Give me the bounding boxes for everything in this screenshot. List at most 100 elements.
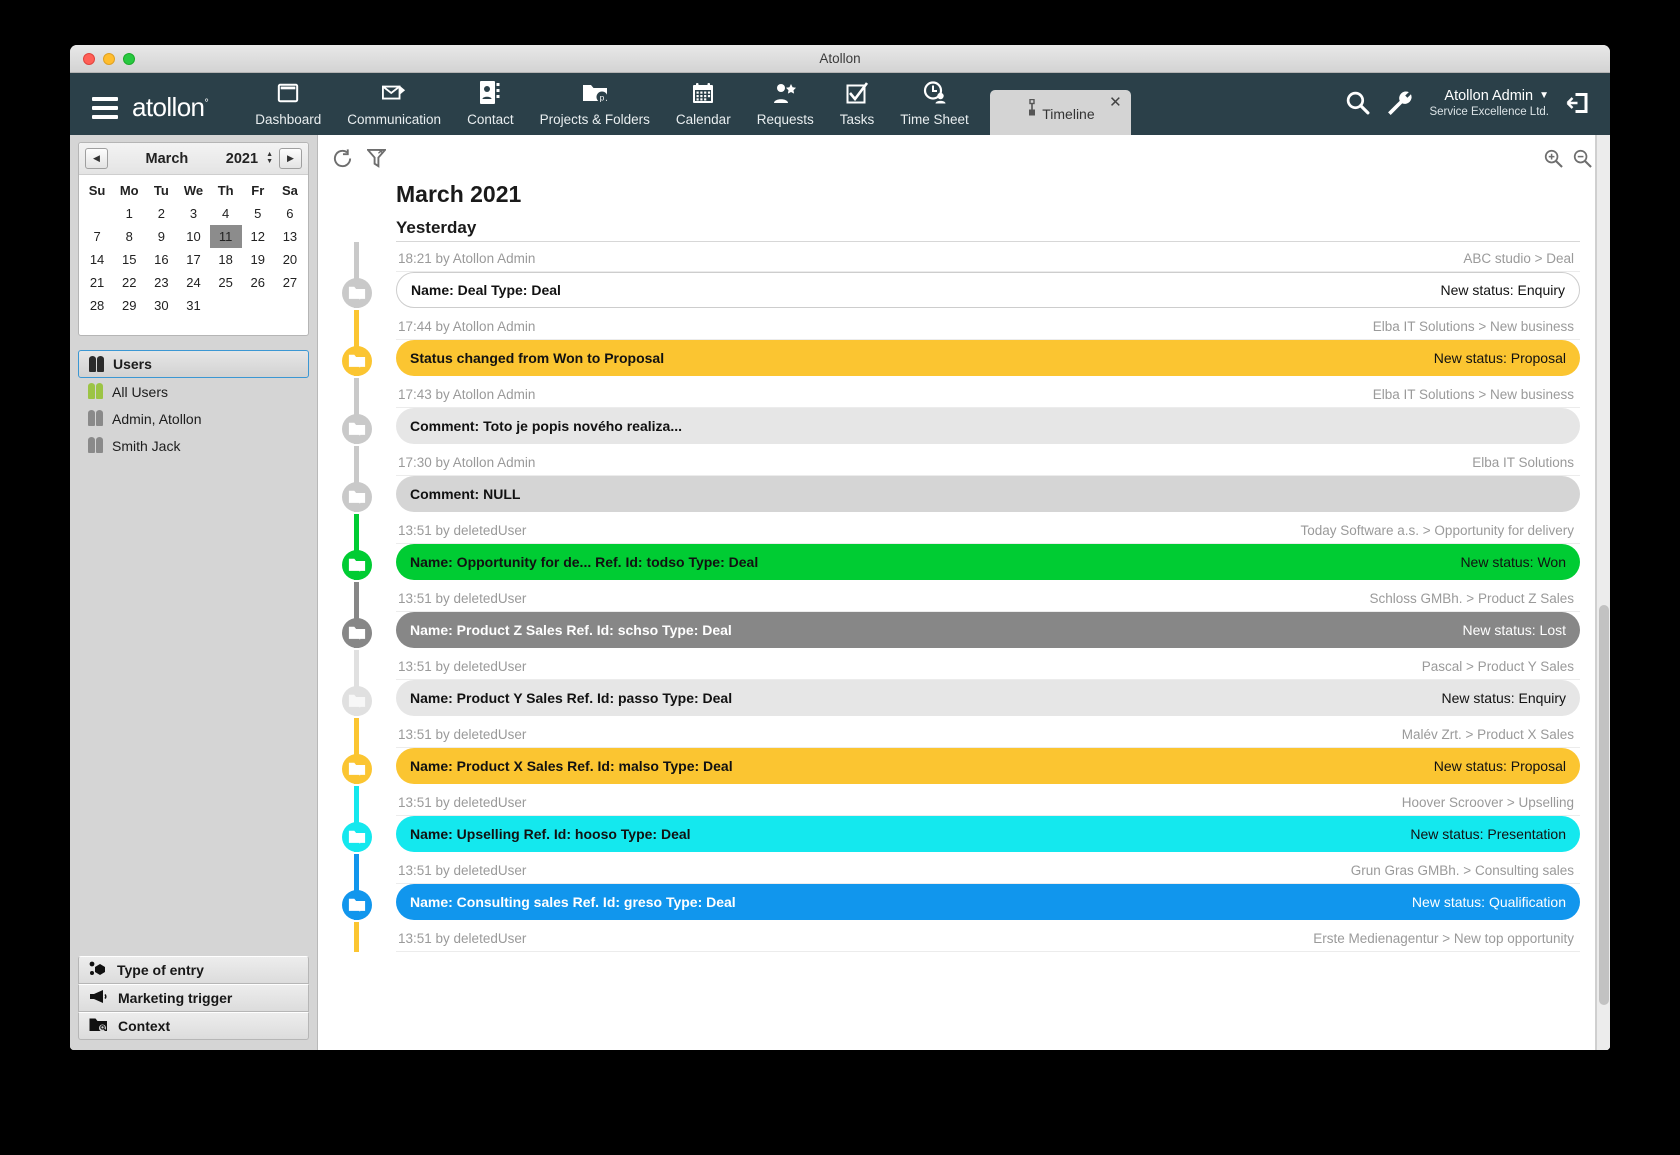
timeline-entry[interactable]: 17:30 by Atollon Admin Elba IT Solutions C… xyxy=(318,446,1580,512)
calendar-day[interactable]: 30 xyxy=(145,294,177,317)
timeline-node-folder-p-icon[interactable]: p xyxy=(342,686,372,716)
timeline-entry[interactable]: 13:51 by deletedUser Today Software a.s. … xyxy=(318,514,1580,580)
nav-item-contact[interactable]: Contact xyxy=(454,80,527,136)
user-menu[interactable]: Atollon Admin ▼ Service Excellence Ltd. xyxy=(1429,87,1549,120)
calendar-day[interactable]: 17 xyxy=(177,248,209,271)
chevron-down-icon[interactable]: ▼ xyxy=(1539,90,1549,103)
calendar-day[interactable]: 5 xyxy=(242,202,274,225)
zoom-in-icon[interactable] xyxy=(1544,149,1563,168)
calendar-day[interactable]: 26 xyxy=(242,271,274,294)
timeline-entry-bar[interactable]: Name: Deal Type: Deal New status: Enquiry xyxy=(396,272,1580,308)
calendar-day[interactable]: 18 xyxy=(210,248,242,271)
timeline-entry[interactable]: 17:43 by Atollon Admin Elba IT Solutions … xyxy=(318,378,1580,444)
calendar-day[interactable]: 14 xyxy=(81,248,113,271)
nav-item-calendar[interactable]: Calendar xyxy=(663,80,744,136)
sidebar-item-all-users[interactable]: All Users xyxy=(70,378,317,405)
nav-item-time-sheet[interactable]: Time Sheet xyxy=(887,80,982,136)
hamburger-menu-icon[interactable] xyxy=(92,97,118,119)
window-scrollbar-thumb[interactable] xyxy=(1599,605,1609,1005)
timeline-node-folder-p-icon[interactable]: p xyxy=(342,822,372,852)
calendar-day[interactable]: 13 xyxy=(274,225,306,248)
calendar-next-button[interactable]: ▶ xyxy=(279,148,302,169)
timeline-entry-bar[interactable]: Name: Product X Sales Ref. Id: malso Typ… xyxy=(396,748,1580,784)
calendar-day-selected[interactable]: 11 xyxy=(209,225,242,248)
calendar-day[interactable]: 21 xyxy=(81,271,113,294)
timeline-node-folder-p-icon[interactable]: p xyxy=(342,550,372,580)
timeline-entry-bar[interactable]: Status changed from Won to Proposal New s… xyxy=(396,340,1580,376)
timeline-entry-bar[interactable]: Comment: NULL xyxy=(396,476,1580,512)
calendar-prev-button[interactable]: ◀ xyxy=(85,148,108,169)
timeline-node-folder-p-icon[interactable]: p xyxy=(342,414,372,444)
nav-item-dashboard[interactable]: Dashboard xyxy=(242,80,334,136)
timeline-entry[interactable]: 13:51 by deletedUser Schloss GMBh. > Prod… xyxy=(318,582,1580,648)
timeline-entry-bar[interactable]: Name: Opportunity for de... Ref. Id: tod… xyxy=(396,544,1580,580)
refresh-icon[interactable] xyxy=(332,148,353,169)
sidebar-button-marketing-trigger[interactable]: Marketing trigger xyxy=(78,984,309,1012)
sidebar-button-type-of-entry[interactable]: Type of entry xyxy=(78,956,309,984)
nav-label: Dashboard xyxy=(255,111,322,127)
timeline-node-folder-p-icon[interactable]: p xyxy=(342,346,372,376)
brand-logo[interactable]: atollon° xyxy=(132,92,209,123)
timeline-entry[interactable]: 13:51 by deletedUser Hoover Scroover > Up… xyxy=(318,786,1580,852)
timeline-entry-bar[interactable]: Name: Upselling Ref. Id: hooso Type: Dea… xyxy=(396,816,1580,852)
timeline-entry[interactable]: 17:44 by Atollon Admin Elba IT Solutions … xyxy=(318,310,1580,376)
nav-item-requests[interactable]: Requests xyxy=(744,80,827,136)
calendar-day[interactable]: 24 xyxy=(177,271,209,294)
calendar-day[interactable]: 16 xyxy=(145,248,177,271)
timeline-entry[interactable]: 18:21 by Atollon Admin ABC studio > Deal N… xyxy=(318,242,1580,308)
sidebar-button-context[interactable]: Context xyxy=(78,1012,309,1040)
timeline-node-folder-p-icon[interactable]: p xyxy=(342,754,372,784)
window-vertical-scrollbar[interactable] xyxy=(1596,135,1610,1050)
calendar-day[interactable]: 7 xyxy=(81,225,113,248)
calendar-day[interactable]: 25 xyxy=(210,271,242,294)
close-icon[interactable]: ✕ xyxy=(1109,95,1122,110)
calendar-day[interactable]: 3 xyxy=(177,202,209,225)
calendar-day[interactable]: 4 xyxy=(210,202,242,225)
nav-item-projects-folders[interactable]: p Projects & Folders xyxy=(527,80,663,136)
calendar-day[interactable]: 2 xyxy=(145,202,177,225)
timeline-node-folder-p-icon[interactable]: p xyxy=(342,890,372,920)
timeline-node-folder-p-icon[interactable]: p xyxy=(342,482,372,512)
timeline-entry-bar[interactable]: Name: Product Y Sales Ref. Id: passo Typ… xyxy=(396,680,1580,716)
timeline-entry-bar[interactable]: Name: Consulting sales Ref. Id: greso Ty… xyxy=(396,884,1580,920)
filter-icon[interactable] xyxy=(367,148,386,169)
timeline-entry[interactable]: 13:51 by deletedUser Malév Zrt. > Product… xyxy=(318,718,1580,784)
tab-timeline[interactable]: ✕ Timeline xyxy=(989,90,1131,135)
timeline-entries: 18:21 by Atollon Admin ABC studio > Deal N… xyxy=(318,242,1580,952)
calendar-day[interactable]: 9 xyxy=(145,225,177,248)
sidebar-item-smith-jack[interactable]: Smith Jack xyxy=(70,432,317,459)
calendar-day[interactable]: 22 xyxy=(113,271,145,294)
calendar-day[interactable]: 12 xyxy=(242,225,274,248)
calendar-day[interactable]: 20 xyxy=(274,248,306,271)
calendar-day[interactable]: 19 xyxy=(242,248,274,271)
sidebar-button-label: Type of entry xyxy=(117,962,204,978)
sidebar-item-admin-atollon[interactable]: Admin, Atollon xyxy=(70,405,317,432)
calendar-day[interactable]: 6 xyxy=(274,202,306,225)
sidebar-item-users[interactable]: Users xyxy=(78,350,309,378)
wrench-icon[interactable] xyxy=(1386,90,1413,116)
calendar-day[interactable]: 10 xyxy=(177,225,209,248)
timeline-entry-bar[interactable]: Comment: Toto je popis nového realiza... xyxy=(396,408,1580,444)
calendar-year-stepper[interactable]: ▲ ▼ xyxy=(266,151,273,165)
search-icon[interactable] xyxy=(1345,90,1370,115)
calendar-day[interactable]: 15 xyxy=(113,248,145,271)
calendar-day[interactable]: 1 xyxy=(113,202,145,225)
calendar-day[interactable]: 8 xyxy=(113,225,145,248)
timeline-entry[interactable]: 13:51 by deletedUser Grun Gras GMBh. > Co… xyxy=(318,854,1580,920)
timeline-entry[interactable]: 13:51 by deletedUser Pascal > Product Y S… xyxy=(318,650,1580,716)
nav-item-communication[interactable]: Communication xyxy=(334,80,454,136)
calendar-day[interactable]: 28 xyxy=(81,294,113,317)
calendar-day[interactable]: 29 xyxy=(113,294,145,317)
timeline-node-folder-p-icon[interactable]: p xyxy=(342,278,372,308)
timeline-entry[interactable]: 13:51 by deletedUser Erste Medienagentur … xyxy=(318,922,1580,952)
timeline-node-folder-p-icon[interactable]: p xyxy=(342,618,372,648)
nav-item-tasks[interactable]: Tasks xyxy=(827,80,888,136)
calendar-day[interactable]: 27 xyxy=(274,271,306,294)
zoom-out-icon[interactable] xyxy=(1573,149,1592,168)
logout-icon[interactable] xyxy=(1565,91,1590,115)
timeline-entry-text: Name: Product Y Sales Ref. Id: passo Typ… xyxy=(410,690,733,706)
calendar-day[interactable]: 31 xyxy=(177,294,209,317)
timeline-entry-bar[interactable]: Name: Product Z Sales Ref. Id: schso Typ… xyxy=(396,612,1580,648)
calendar-day[interactable]: 23 xyxy=(145,271,177,294)
timeline-scroll-area[interactable]: March 2021 Yesterday 18:21 by Atollon Ad… xyxy=(318,181,1610,1050)
